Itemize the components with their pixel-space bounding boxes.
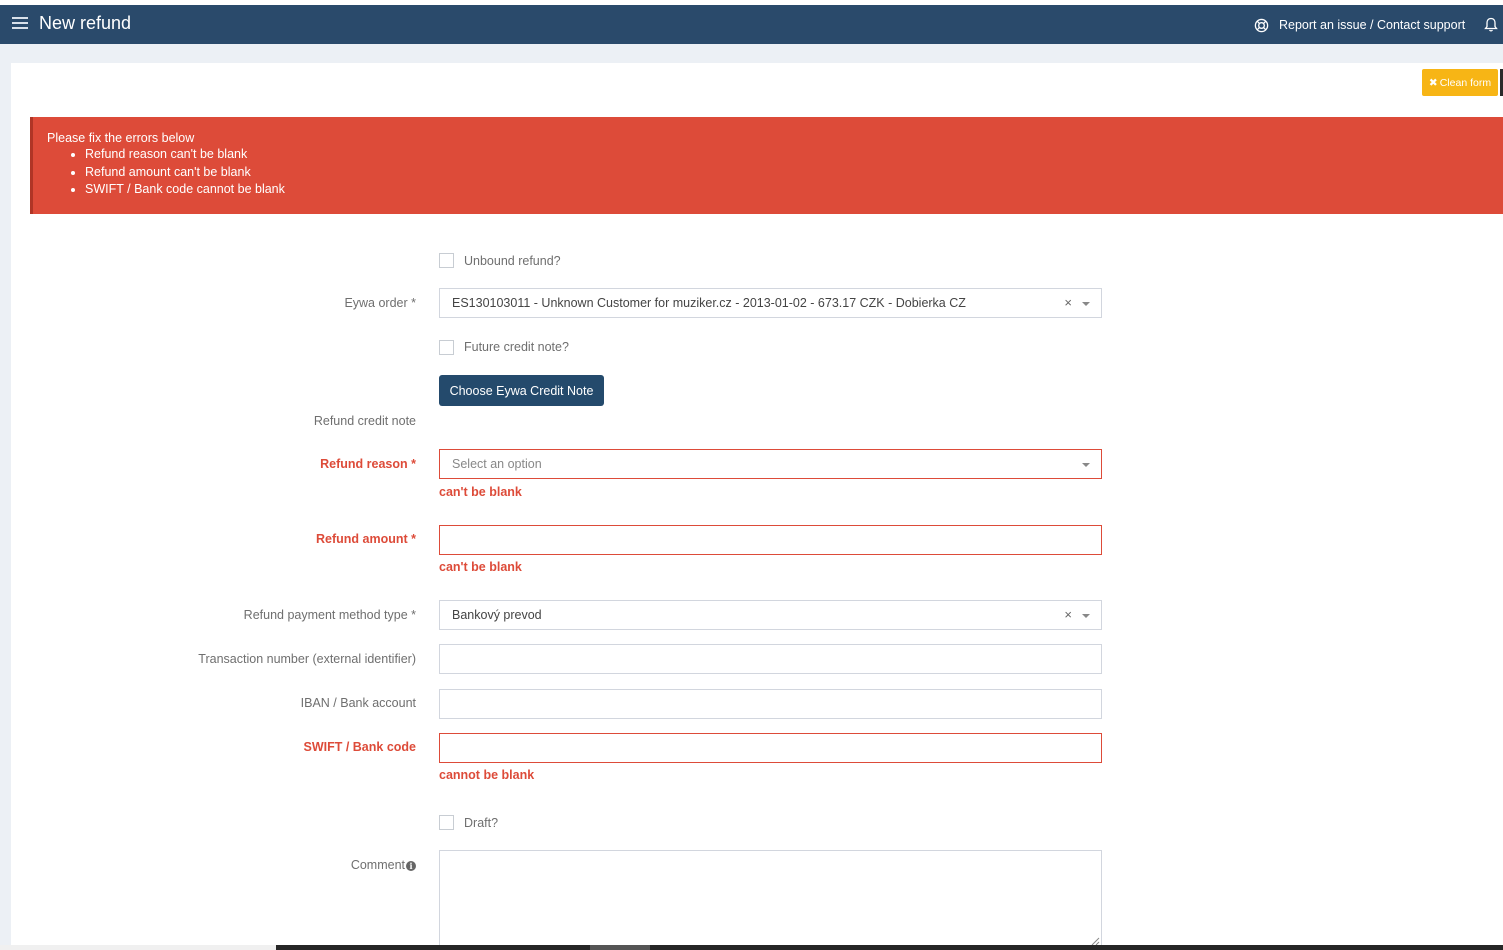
chevron-down-icon[interactable] [1082, 302, 1090, 306]
support-link-label: Report an issue / Contact support [1279, 18, 1466, 32]
eywa-order-value: ES130103011 - Unknown Customer for muzik… [452, 296, 966, 310]
comment-textarea[interactable] [439, 850, 1102, 950]
future-credit-note-checkbox[interactable] [439, 340, 454, 355]
refund-reason-error: can't be blank [439, 485, 522, 499]
iban-label: IBAN / Bank account [300, 696, 416, 710]
future-credit-note-label[interactable]: Future credit note? [464, 340, 569, 354]
unbound-refund-label[interactable]: Unbound refund? [464, 254, 561, 268]
bell-icon[interactable] [1483, 17, 1499, 33]
clear-selection-icon[interactable]: × [1064, 295, 1072, 310]
eywa-order-select[interactable]: ES130103011 - Unknown Customer for muzik… [439, 288, 1102, 318]
draft-label[interactable]: Draft? [464, 816, 498, 830]
transaction-number-input[interactable] [439, 644, 1102, 674]
swift-error: cannot be blank [439, 768, 535, 782]
support-link[interactable]: Report an issue / Contact support [1254, 16, 1465, 34]
info-icon[interactable]: i [406, 861, 416, 871]
eywa-order-label: Eywa order * [344, 296, 416, 310]
horizontal-scrollbar[interactable] [0, 945, 1503, 950]
refund-amount-input[interactable] [439, 525, 1102, 555]
clean-form-label: Clean form [1439, 76, 1492, 89]
refund-reason-label: Refund reason * [320, 457, 416, 471]
swift-label: SWIFT / Bank code [303, 740, 416, 754]
hamburger-menu-icon[interactable] [12, 17, 28, 31]
transaction-number-label: Transaction number (external identifier) [198, 652, 416, 666]
error-alert: Please fix the errors below Refund reaso… [30, 117, 1503, 214]
scrollbar-thumb[interactable] [590, 945, 650, 950]
choose-credit-note-button[interactable]: Choose Eywa Credit Note [439, 375, 604, 406]
clean-form-button[interactable]: ✖ Clean form [1422, 69, 1498, 96]
draft-checkbox[interactable] [439, 815, 454, 830]
refund-amount-error: can't be blank [439, 560, 522, 574]
error-item: Refund amount can't be blank [85, 164, 1503, 182]
error-alert-heading: Please fix the errors below [47, 131, 195, 145]
error-item: SWIFT / Bank code cannot be blank [85, 181, 1503, 199]
error-list: Refund reason can't be blank Refund amou… [47, 146, 1503, 199]
iban-input[interactable] [439, 689, 1102, 719]
page-title: New refund [39, 13, 132, 33]
chevron-down-icon[interactable] [1082, 614, 1090, 618]
lifebuoy-icon [1254, 18, 1269, 32]
error-item: Refund reason can't be blank [85, 146, 1503, 164]
refund-reason-placeholder: Select an option [452, 457, 542, 471]
swift-input[interactable] [439, 733, 1102, 763]
clear-selection-icon[interactable]: × [1064, 607, 1072, 622]
payment-method-type-select[interactable]: Bankový prevod × [439, 600, 1102, 630]
top-navbar: New refund Report an issue / Contact sup… [0, 5, 1503, 44]
comment-label: Comment [350, 858, 405, 872]
unbound-refund-checkbox[interactable] [439, 253, 454, 268]
refund-credit-note-label: Refund credit note [313, 414, 416, 428]
refund-reason-select[interactable]: Select an option [439, 449, 1102, 479]
comment-label-group: Comment i [351, 858, 416, 872]
chevron-down-icon[interactable] [1082, 463, 1090, 467]
scrollbar-track [276, 945, 1503, 950]
close-icon: ✖ [1428, 76, 1438, 89]
refund-amount-label: Refund amount * [316, 532, 416, 546]
payment-method-type-label: Refund payment method type * [243, 608, 416, 622]
payment-method-type-value: Bankový prevod [452, 608, 542, 622]
